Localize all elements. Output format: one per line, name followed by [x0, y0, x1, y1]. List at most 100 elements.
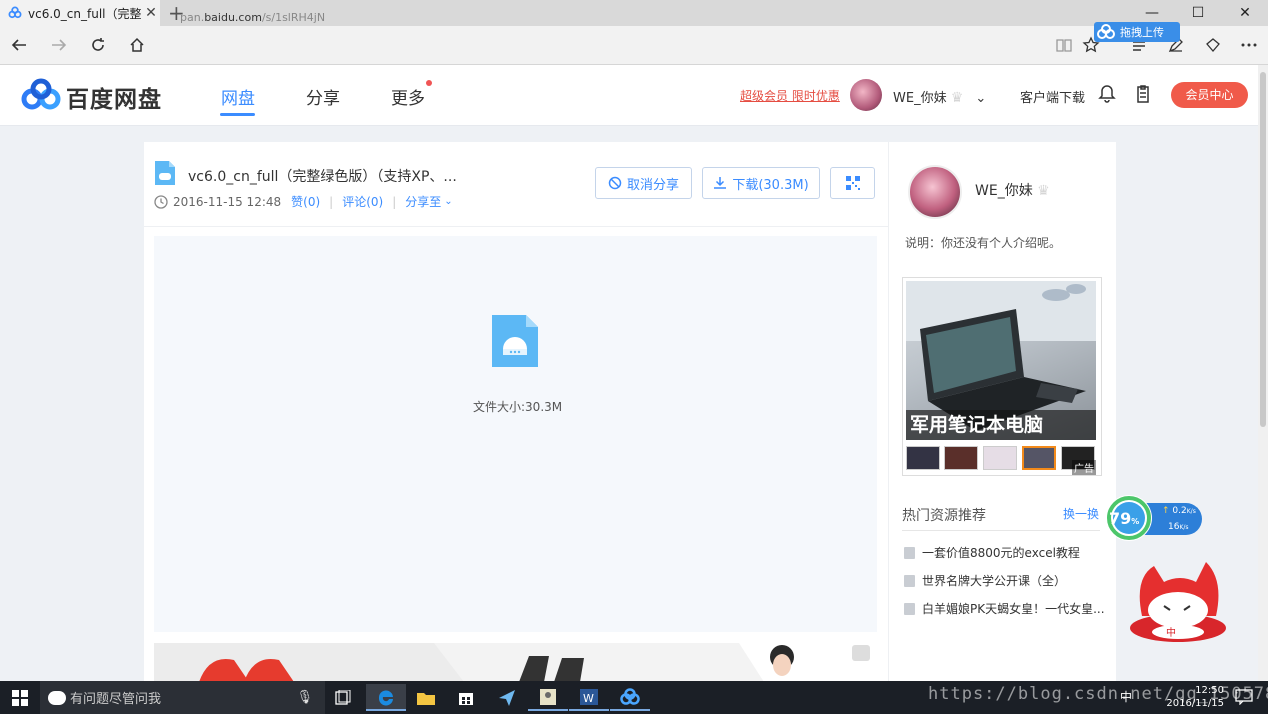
back-button[interactable]	[0, 26, 38, 64]
cortana-search-box[interactable]: 有问题尽管问我 🎙	[40, 681, 325, 714]
ad-thumbnail[interactable]	[906, 446, 940, 470]
hot-item-label: 世界名牌大学公开课（全）	[922, 574, 1067, 588]
baidu-netdisk-taskbar-icon[interactable]	[610, 684, 650, 711]
notification-center-icon[interactable]	[1235, 689, 1253, 705]
vip-center-button[interactable]: 会员中心	[1171, 82, 1248, 108]
file-explorer-icon[interactable]	[406, 684, 446, 711]
file-meta: 2016-11-15 12:48 赞(0) | 评论(0) | 分享至 ⌄	[154, 193, 453, 210]
refresh-button[interactable]	[79, 26, 117, 64]
app-window-icon[interactable]	[528, 684, 568, 711]
edge-browser-icon[interactable]	[366, 684, 406, 711]
share-date: 2016-11-15 12:48	[173, 194, 282, 209]
username: WE_你妹	[893, 91, 947, 106]
ime-indicator[interactable]: 中	[1120, 688, 1132, 705]
fox-mascot-icon[interactable]: 中	[1120, 556, 1230, 644]
close-window-button[interactable]: ✕	[1222, 0, 1268, 26]
cancel-icon	[608, 176, 622, 190]
hot-item-label: 白羊媚娘PK天蝎女皇！一代女皇...	[922, 602, 1105, 616]
ad-tag: 广告	[1072, 460, 1096, 475]
divider	[144, 226, 888, 227]
qrcode-icon	[845, 176, 860, 190]
document-icon	[904, 574, 915, 587]
url-path: /s/1slRH4jN	[261, 11, 326, 24]
word-icon[interactable]: W	[569, 684, 609, 711]
tab-close-icon[interactable]: ✕	[142, 5, 160, 21]
brand-name[interactable]: 百度网盘	[66, 80, 162, 114]
avatar[interactable]	[908, 165, 962, 219]
cancel-share-button[interactable]: 取消分享	[595, 167, 692, 199]
file-preview-area	[154, 236, 877, 632]
forward-button[interactable]	[40, 26, 78, 64]
nav-netdisk[interactable]: 网盘	[221, 84, 255, 109]
microphone-icon[interactable]: 🎙	[296, 690, 313, 705]
user-menu[interactable]: WE_你妹 ♛ ⌄	[893, 87, 986, 106]
share-to-link[interactable]: 分享至	[405, 193, 441, 210]
back-arrow-icon	[11, 39, 26, 51]
network-speed-widget[interactable]: 79% ↑ 0.2K/s 16K/s	[1104, 493, 1204, 543]
ad-thumbnail[interactable]	[983, 446, 1017, 470]
download-speed: 16K/s	[1168, 522, 1189, 532]
separator: |	[329, 194, 334, 209]
download-label: 下载(30.3M)	[732, 177, 809, 193]
client-download-link[interactable]: 客户端下载	[1020, 87, 1085, 106]
messenger-icon[interactable]	[487, 684, 527, 711]
svg-text:W: W	[583, 692, 594, 705]
address-bar[interactable]: pan.baidu.com/s/1slRH4jN	[180, 11, 325, 24]
user-description: 说明：你还没有个人介绍呢。	[905, 236, 1062, 250]
refresh-icon	[92, 38, 104, 51]
maximize-button[interactable]: ☐	[1175, 0, 1221, 26]
refresh-recommendations-link[interactable]: 换一换	[1063, 505, 1099, 522]
cortana-icon	[48, 690, 66, 705]
upload-pill-label: 拖拽上传	[1120, 26, 1164, 39]
home-icon	[130, 37, 144, 52]
nav-share[interactable]: 分享	[306, 84, 340, 109]
qrcode-button[interactable]	[830, 167, 875, 199]
file-size: 文件大小:30.3M	[473, 400, 563, 414]
speed-percent: 79%	[1109, 509, 1140, 528]
task-view-icon[interactable]	[323, 684, 363, 711]
list-item[interactable]: 白羊媚娘PK天蝎女皇！一代女皇...	[904, 600, 1105, 617]
sidebar-user[interactable]: WE_你妹 ♛	[975, 180, 1050, 200]
ad-thumbnail-active[interactable]	[1022, 446, 1056, 470]
file-name: vc6.0_cn_full（完整绿色版）（支持XP、...	[188, 169, 457, 185]
download-button[interactable]: 下载(30.3M)	[702, 167, 820, 199]
clock-date: 2016/11/15	[1166, 698, 1224, 709]
tab-title: vc6.0_cn_full（完整绿色	[28, 6, 142, 21]
ad-title[interactable]: 军用笔记本电脑	[906, 410, 1096, 440]
svg-text:中: 中	[1166, 626, 1176, 639]
nav-active-indicator	[220, 113, 255, 116]
vip-promo-link[interactable]: 超级会员 限时优惠	[740, 87, 840, 104]
file-type-icon	[155, 161, 175, 185]
store-icon[interactable]	[446, 684, 486, 711]
list-item[interactable]: 世界名牌大学公开课（全）	[904, 572, 1066, 589]
baidu-pan-logo-icon[interactable]	[19, 78, 63, 112]
download-icon	[714, 177, 727, 189]
browser-tab[interactable]: vc6.0_cn_full（完整绿色 ✕	[0, 0, 160, 26]
system-clock[interactable]: 12:50 2016/11/15	[1164, 684, 1224, 710]
clipboard-icon[interactable]	[1134, 84, 1152, 104]
home-button[interactable]	[118, 26, 156, 64]
ad-thumbnail[interactable]	[944, 446, 978, 470]
share-button[interactable]	[1194, 26, 1232, 64]
large-file-icon	[492, 315, 538, 367]
scrollbar-thumb[interactable]	[1260, 72, 1266, 427]
upload-speed: ↑ 0.2K/s	[1162, 506, 1196, 516]
more-menu-button[interactable]	[1230, 26, 1268, 64]
baidu-pan-favicon-icon	[8, 6, 22, 19]
windows-start-icon[interactable]	[12, 690, 28, 706]
ad-banner[interactable]	[154, 643, 877, 682]
baidu-cloud-icon	[1097, 24, 1115, 39]
drag-upload-pill[interactable]: 拖拽上传	[1094, 22, 1180, 42]
clock-time: 12:50	[1195, 685, 1224, 696]
divider	[902, 530, 1100, 531]
avatar[interactable]	[850, 79, 882, 111]
nav-more[interactable]: 更多	[391, 84, 425, 109]
like-link[interactable]: 赞(0)	[291, 193, 320, 210]
bell-icon[interactable]	[1098, 84, 1116, 104]
list-item[interactable]: 一套价值8800元的excel教程	[904, 544, 1080, 561]
crown-icon: ♛	[1037, 183, 1050, 199]
notification-dot	[426, 80, 432, 86]
chevron-down-icon[interactable]: ⌄	[444, 196, 452, 207]
comments-link[interactable]: 评论(0)	[342, 193, 383, 210]
chevron-down-icon: ⌄	[975, 91, 987, 106]
